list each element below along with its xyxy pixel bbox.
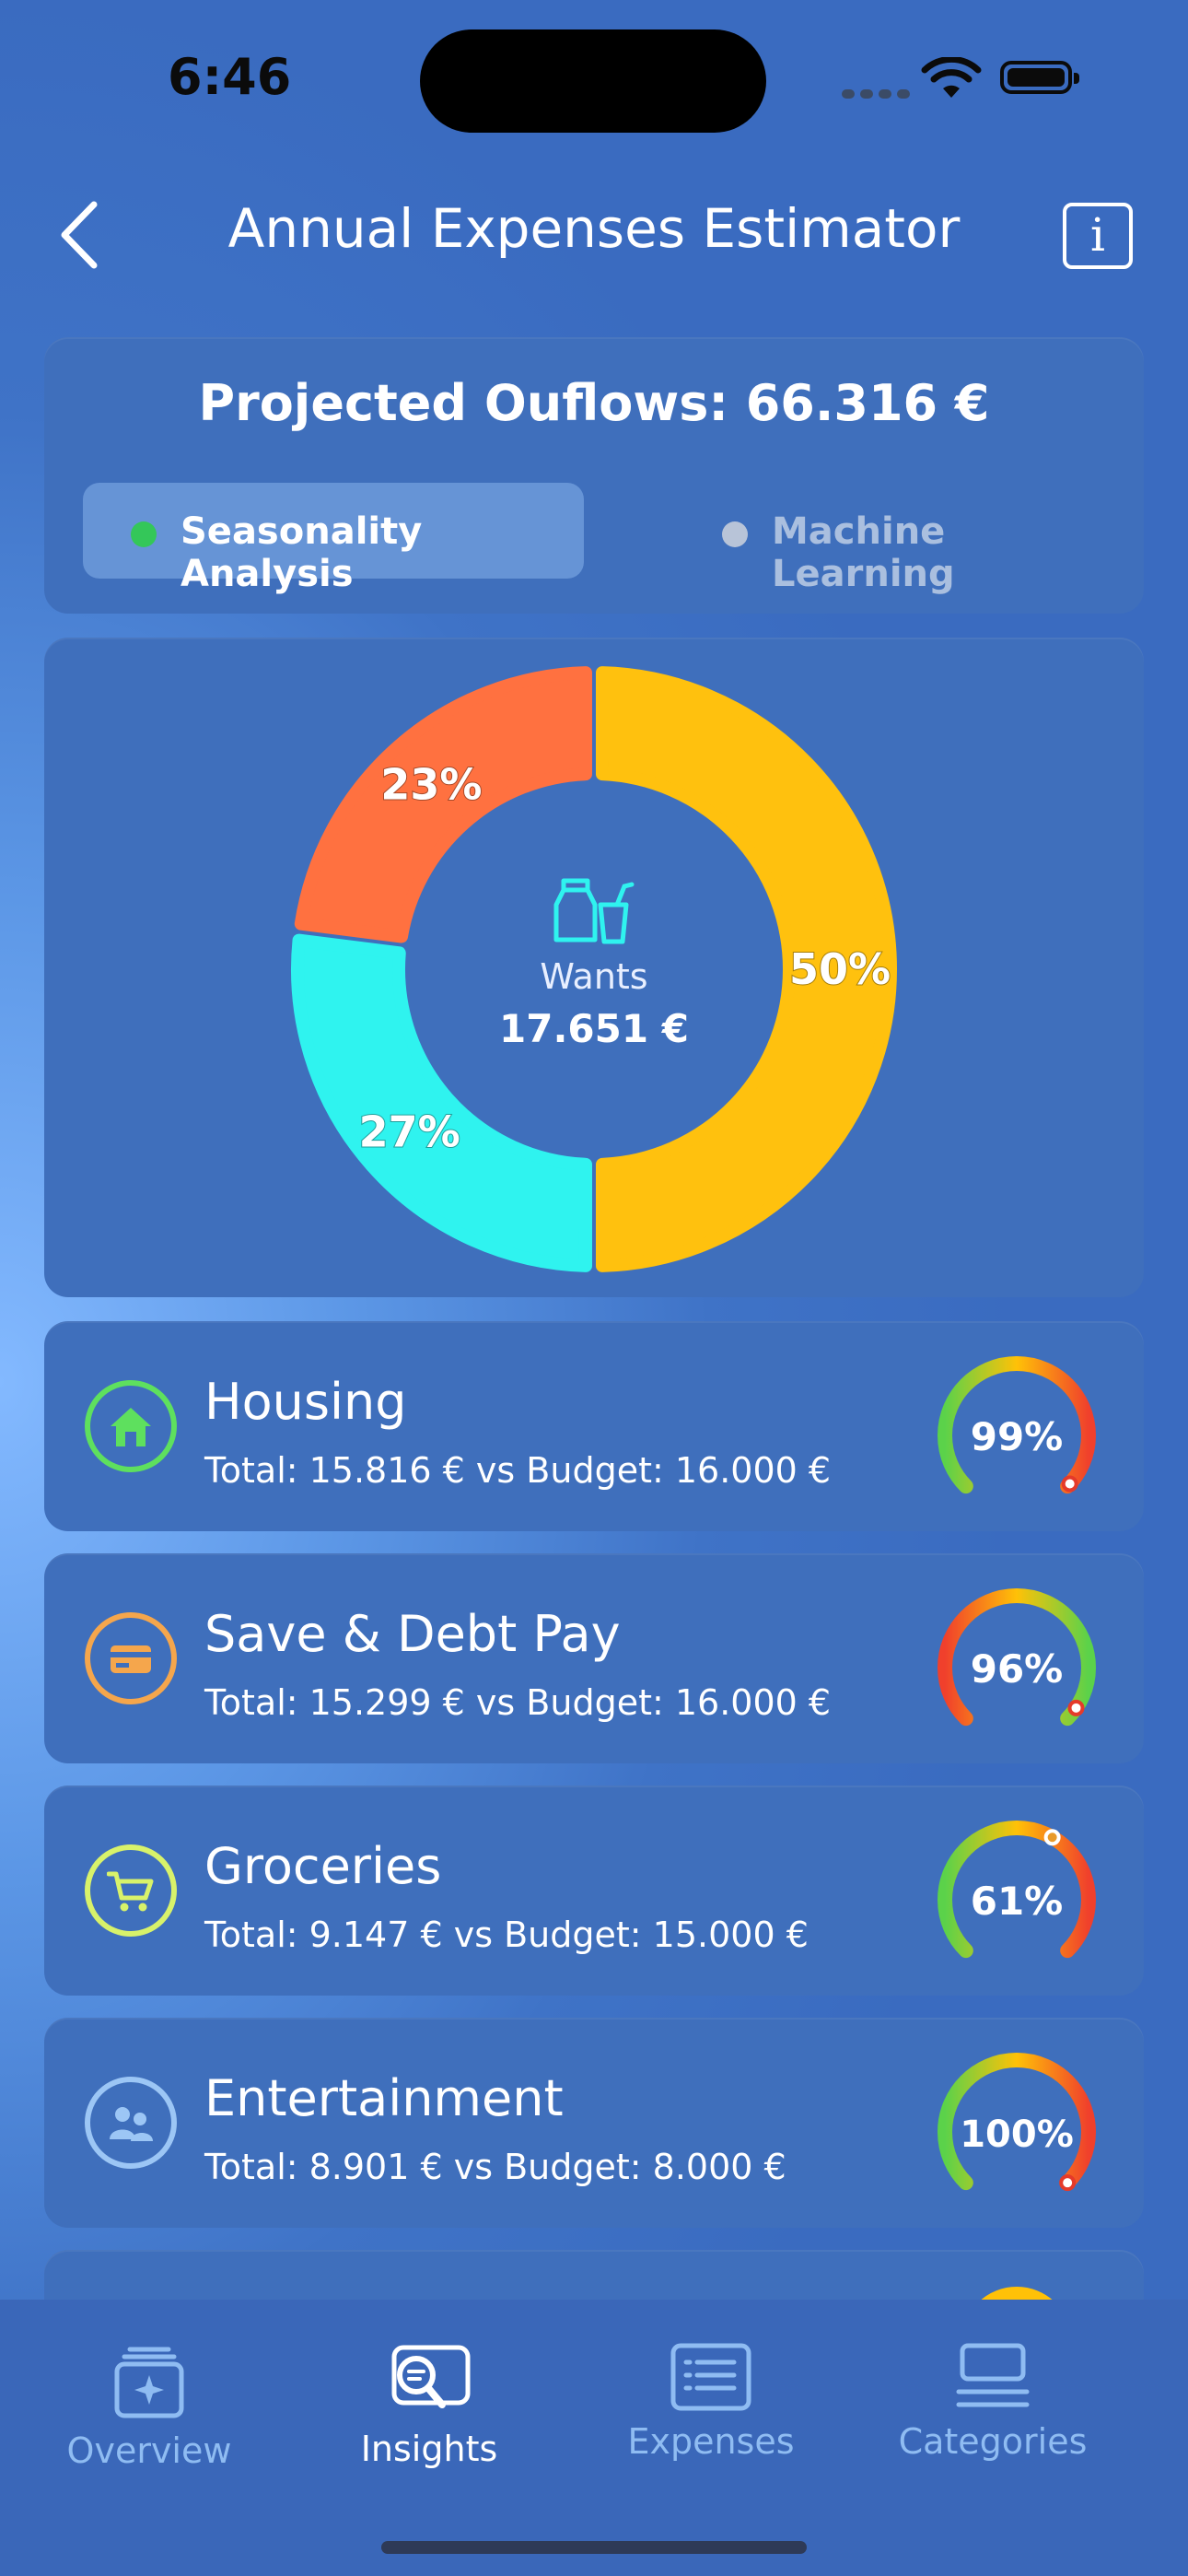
gauge-graphic: 61%	[938, 1821, 1096, 1959]
gauge-percent: 99%	[971, 1414, 1064, 1459]
gauge-marker	[1059, 2174, 1077, 2192]
status-time: 6:46	[168, 48, 292, 106]
category-card-save-debt-pay[interactable]: Save & Debt Pay Total: 15.299 € vs Budge…	[44, 1553, 1144, 1763]
projection-card: Projected Ouflows: 66.316 € Seasonality …	[44, 337, 1144, 614]
tab-bar: Overview Insights Expenses Categories	[0, 2300, 1188, 2576]
people-icon	[85, 2077, 177, 2169]
page-title: Annual Expenses Estimator	[227, 197, 961, 260]
budget-gauge: 99%	[934, 1352, 1100, 1522]
tab-expenses[interactable]: Expenses	[573, 2340, 849, 2462]
category-total-vs-budget: Total: 8.901 € vs Budget: 8.000 €	[204, 2147, 786, 2187]
projected-outflows-title: Projected Ouflows: 66.316 €	[198, 374, 990, 432]
tab-label: Overview	[66, 2430, 232, 2471]
gauge-graphic: 100%	[938, 2053, 1096, 2192]
category-card-groceries[interactable]: Groceries Total: 9.147 € vs Budget: 15.0…	[44, 1786, 1144, 1996]
credit-card-icon	[85, 1612, 177, 1704]
donut-center-label: Wants	[540, 956, 648, 997]
category-total-vs-budget: Total: 15.299 € vs Budget: 16.000 €	[204, 1682, 832, 1723]
cellular-signal-icon	[842, 85, 915, 102]
back-chevron-icon[interactable]	[55, 193, 129, 276]
segment-label: Seasonality Analysis	[181, 510, 423, 595]
gauge-marker	[1067, 1699, 1085, 1716]
donut-slice-label: 50%	[789, 944, 891, 994]
gauge-marker	[1043, 1829, 1061, 1846]
category-card-housing[interactable]: Housing Total: 15.816 € vs Budget: 16.00…	[44, 1321, 1144, 1531]
gauge-marker	[1061, 1475, 1078, 1493]
tab-label: Insights	[360, 2429, 498, 2469]
gauge-percent: 61%	[971, 1879, 1064, 1924]
category-card-entertainment[interactable]: Entertainment Total: 8.901 € vs Budget: …	[44, 2018, 1144, 2228]
home-indicator	[381, 2541, 807, 2554]
segment-machine-learning[interactable]: Machine Learning	[606, 483, 1122, 595]
dynamic-island	[420, 29, 766, 133]
info-button[interactable]: i	[1063, 203, 1133, 269]
category-name: Groceries	[204, 1837, 442, 1895]
gauge-graphic: 99%	[938, 1356, 1096, 1494]
category-name: Housing	[204, 1373, 407, 1431]
battery-icon	[1000, 61, 1079, 94]
category-name: Entertainment	[204, 2069, 564, 2127]
tab-label: Expenses	[627, 2421, 795, 2462]
insights-icon	[391, 2345, 471, 2408]
tab-insights[interactable]: Insights	[291, 2340, 567, 2469]
budget-gauge: 96%	[934, 1585, 1100, 1754]
donut-slice-label: 27%	[359, 1107, 460, 1157]
category-total-vs-budget: Total: 15.816 € vs Budget: 16.000 €	[204, 1450, 832, 1491]
category-name: Save & Debt Pay	[204, 1605, 621, 1663]
cup-and-bag-icon	[553, 878, 635, 944]
status-dot-grey	[722, 521, 748, 547]
donut-slice-label: 23%	[380, 760, 482, 810]
house-icon	[85, 1380, 177, 1472]
cart-icon	[85, 1844, 177, 1937]
budget-gauge: 61%	[934, 1817, 1100, 1986]
category-total-vs-budget: Total: 9.147 € vs Budget: 15.000 €	[204, 1914, 809, 1955]
tab-overview[interactable]: Overview	[11, 2340, 287, 2471]
gauge-graphic: 96%	[938, 1588, 1096, 1727]
segment-seasonality-analysis[interactable]: Seasonality Analysis	[83, 483, 584, 595]
budget-gauge: 100%	[934, 2049, 1100, 2219]
segment-label: Machine Learning	[772, 510, 955, 595]
gauge-percent: 100%	[960, 2113, 1074, 2156]
categories-icon	[956, 2343, 1030, 2407]
tab-label: Categories	[898, 2421, 1088, 2462]
expenses-list-icon	[670, 2343, 751, 2411]
wifi-icon	[921, 57, 982, 98]
status-dot-green	[131, 521, 157, 547]
tab-categories[interactable]: Categories	[855, 2340, 1131, 2462]
gauge-percent: 96%	[971, 1646, 1064, 1692]
donut-center-value: 17.651 €	[499, 1006, 689, 1051]
donut-chart-card: 50% 27% 23% Wants 17.651 €	[44, 638, 1144, 1297]
overview-icon	[114, 2347, 184, 2418]
